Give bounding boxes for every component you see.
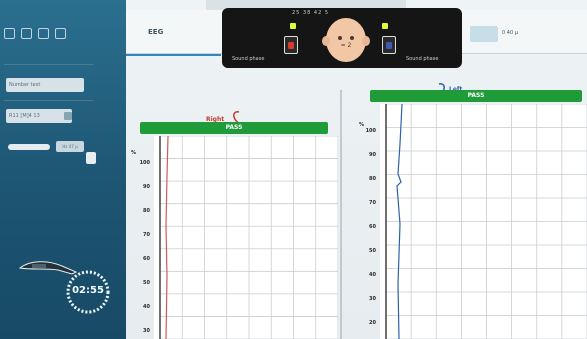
right-probe-led: [290, 23, 296, 29]
probe-status-panel: 25 38 42 5 Sound phase = 2 Sound phase: [222, 8, 462, 68]
stimulus-value: Hz 47 µ: [56, 141, 84, 152]
y-tick-label: 80: [369, 176, 376, 182]
right-result-bar: PASS: [140, 122, 328, 134]
left-grid: [385, 104, 587, 339]
test-type-field[interactable]: Number test: [6, 78, 84, 92]
left-probe-label: Sound phase: [406, 56, 439, 62]
y-tick-label: 50: [369, 248, 376, 254]
status-title: 25 38 42 5: [292, 10, 330, 16]
settings-icon[interactable]: [86, 152, 96, 164]
face-ear-right: [362, 36, 370, 46]
chevron-down-icon[interactable]: [64, 112, 72, 120]
save-icon[interactable]: [38, 27, 49, 39]
home-icon[interactable]: [4, 27, 15, 39]
y-tick-label: 60: [143, 256, 150, 262]
panel-separator: [340, 90, 342, 339]
right-y-unit: %: [131, 150, 137, 156]
left-probe-dot: [386, 42, 392, 49]
patient-face-icon: = 2: [322, 18, 370, 62]
y-tick-label: 40: [143, 304, 150, 310]
y-tick-label: 60: [369, 224, 376, 230]
test-timer: 02:55: [64, 268, 112, 316]
timer-value: 02:55: [72, 285, 104, 296]
left-result-bar: PASS: [370, 90, 582, 102]
session-select[interactable]: R11 [M]4 13: [6, 109, 72, 123]
y-tick-label: 90: [143, 184, 150, 190]
face-eye-left: [338, 36, 342, 40]
export-icon[interactable]: [55, 27, 66, 39]
main-area: EEG 25 38 42 5 Sound phase = 2 Sound pha…: [126, 0, 587, 339]
y-tick-label: 90: [369, 152, 376, 158]
right-grid: [159, 136, 338, 339]
y-tick-label: 50: [143, 280, 150, 286]
face-ear-left: [322, 36, 330, 46]
y-tick-label: 40: [369, 272, 376, 278]
sidebar-divider: [4, 100, 94, 101]
left-probe-led: [382, 23, 388, 29]
left-probe-indicator: [382, 36, 396, 54]
y-tick-label: 20: [369, 320, 376, 326]
y-tick-label: 70: [369, 200, 376, 206]
print-icon[interactable]: [21, 27, 32, 39]
response-trace: [165, 136, 169, 339]
left-sidebar: Number test R11 [M]4 13 Hz 47 µ 02:55: [0, 0, 126, 339]
y-tick-label: 100: [139, 160, 150, 166]
face-badge: = 2: [340, 42, 352, 49]
right-graph: [154, 136, 338, 339]
y-tick-label: 100: [365, 128, 376, 134]
tab-eeg[interactable]: EEG: [148, 28, 163, 36]
y-tick-label: 70: [143, 232, 150, 238]
right-probe-indicator: [284, 36, 298, 54]
y-tick-label: 80: [143, 208, 150, 214]
display-toggle-label: 0 40 µ: [502, 30, 518, 36]
right-probe-dot: [288, 42, 294, 49]
tab-active-indicator: [126, 54, 221, 56]
display-toggle[interactable]: [470, 26, 498, 42]
sidebar-divider: [4, 64, 94, 65]
stimulus-slider[interactable]: [8, 144, 50, 150]
right-probe-label: Sound phase: [232, 56, 265, 62]
face-eye-right: [350, 36, 354, 40]
y-tick-label: 30: [369, 296, 376, 302]
sidebar-toolbar: [4, 22, 84, 44]
left-graph: [380, 104, 587, 339]
y-tick-label: 30: [143, 328, 150, 334]
